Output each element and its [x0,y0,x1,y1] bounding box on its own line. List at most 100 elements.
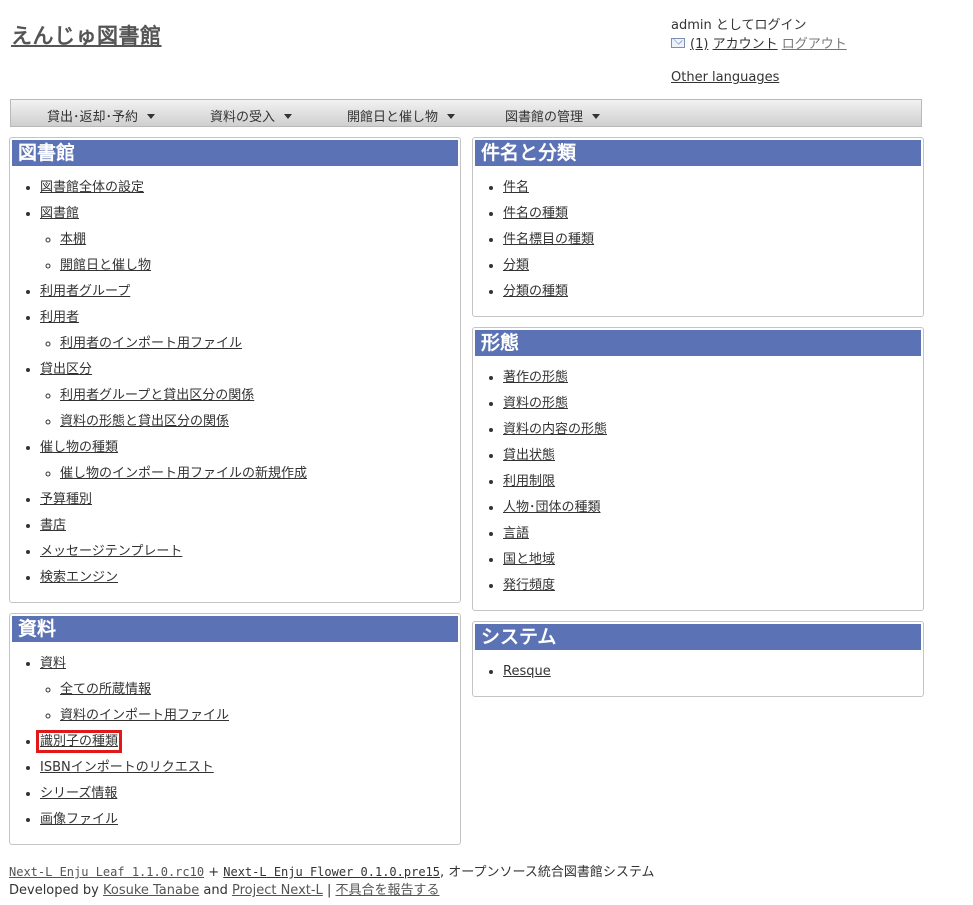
carrier-types-link[interactable]: 資料の形態 [503,396,568,411]
libraries-link[interactable]: 図書館 [40,206,79,221]
checkout-types-link[interactable]: 貸出区分 [40,362,92,377]
search-engines-link[interactable]: 検索エンジン [40,570,118,585]
list-item: 利用者グループ [40,279,460,305]
list-item: 分類の種類 [503,279,923,305]
nav-label: 図書館の管理 [505,110,584,125]
list-item: 図書館全体の設定 [40,175,460,201]
materials-panel: 資料 資料 全ての所蔵情報 資料のインポート用ファイル 識別子の種類 ISBNイ… [9,613,461,845]
library-settings-link[interactable]: 図書館全体の設定 [40,180,144,195]
caret-down-icon [284,114,293,119]
resque-link[interactable]: Resque [503,664,551,679]
nav-circulation[interactable]: 貸出･返却･予約 [47,106,156,125]
user-box: admin としてログイン (1) アカウント ログアウト Other lang… [671,16,847,87]
isbn-import-requests-link[interactable]: ISBNインポートのリクエスト [40,760,214,775]
event-categories-link[interactable]: 催し物の種類 [40,440,118,455]
list-item: 貸出状態 [503,443,923,469]
library-menu: 図書館全体の設定 図書館 本棚 開館日と催し物 利用者グループ 利用者 利用者の… [10,175,460,591]
classifications-link[interactable]: 分類 [503,258,529,273]
content-types-link[interactable]: 著作の形態 [503,370,568,385]
series-statements-link[interactable]: シリーズ情報 [40,786,117,801]
events-link[interactable]: 開館日と催し物 [60,258,151,273]
project-link[interactable]: Project Next-L [232,883,323,898]
circulation-statuses-link[interactable]: 貸出状態 [503,448,555,463]
caret-down-icon [147,114,156,119]
mail-icon[interactable] [671,38,685,48]
list-item: 予算種別 [40,487,460,513]
list-item: 利用者のインポート用ファイル [60,331,460,357]
materials-menu: 資料 全ての所蔵情報 資料のインポート用ファイル 識別子の種類 ISBNインポー… [10,651,460,833]
panel-title: 資料 [12,616,458,642]
panel-title: 図書館 [12,140,458,166]
list-item: メッセージテンプレート [40,539,460,565]
user-groups-link[interactable]: 利用者グループ [40,284,130,299]
caret-down-icon [447,114,456,119]
footer-text: Developed by [9,883,103,898]
subject-types-link[interactable]: 件名の種類 [503,206,568,221]
classification-types-link[interactable]: 分類の種類 [503,284,568,299]
subject-heading-types-link[interactable]: 件名標目の種類 [503,232,594,247]
list-item: 資料 全ての所蔵情報 資料のインポート用ファイル [40,651,460,729]
other-languages-link[interactable]: Other languages [671,68,847,87]
panel-title: 形態 [475,330,921,356]
list-item: 資料のインポート用ファイル [60,703,460,729]
use-restrictions-link[interactable]: 利用制限 [503,474,555,489]
system-menu: Resque [473,659,923,685]
list-item: 件名 [503,175,923,201]
content-form-link[interactable]: 資料の内容の形態 [503,422,607,437]
list-item: 催し物のインポート用ファイルの新規作成 [60,461,460,487]
subjects-menu: 件名 件名の種類 件名標目の種類 分類 分類の種類 [473,175,923,305]
budget-types-link[interactable]: 予算種別 [40,492,92,507]
list-item: 件名標目の種類 [503,227,923,253]
list-item: 分類 [503,253,923,279]
list-item: 資料の内容の形態 [503,417,923,443]
countries-link[interactable]: 国と地域 [503,552,555,567]
forms-menu: 著作の形態 資料の形態 資料の内容の形態 貸出状態 利用制限 人物･団体の種類 … [473,365,923,599]
login-status: admin としてログイン [671,18,807,33]
list-item: 催し物の種類 催し物のインポート用ファイルの新規作成 [40,435,460,487]
system-panel: システム Resque [472,621,924,697]
enju-leaf-link[interactable]: Next-L Enju Leaf 1.1.0.rc10 [9,865,204,879]
message-templates-link[interactable]: メッセージテンプレート [40,544,182,559]
message-count-link[interactable]: (1) [690,37,708,52]
manifestations-link[interactable]: 資料 [40,656,66,671]
subjects-panel: 件名と分類 件名 件名の種類 件名標目の種類 分類 分類の種類 [472,137,924,317]
list-item: 画像ファイル [40,807,460,833]
frequencies-link[interactable]: 発行頻度 [503,578,555,593]
subjects-link[interactable]: 件名 [503,180,529,195]
shelves-link[interactable]: 本棚 [60,232,86,247]
list-item: 資料の形態 [503,391,923,417]
footer: Next-L Enju Leaf 1.1.0.rc10 + Next-L Enj… [9,863,654,900]
user-import-files-link[interactable]: 利用者のインポート用ファイル [60,336,242,351]
nav-events[interactable]: 開館日と催し物 [347,106,456,125]
languages-link[interactable]: 言語 [503,526,529,541]
nav-acquisition[interactable]: 資料の受入 [210,106,293,125]
report-bug-link[interactable]: 不具合を報告する [335,883,439,898]
main-nav: 貸出･返却･予約 資料の受入 開館日と催し物 図書館の管理 [10,99,922,127]
list-item: 本棚 [60,227,460,253]
nav-library-admin[interactable]: 図書館の管理 [505,106,601,125]
identifier-types-link[interactable]: 識別子の種類 [35,730,123,753]
logout-link[interactable]: ログアウト [782,37,847,52]
list-item: 件名の種類 [503,201,923,227]
resource-import-files-link[interactable]: 資料のインポート用ファイル [60,708,229,723]
bookstores-link[interactable]: 書店 [40,518,66,533]
footer-text: , オープンソース統合図書館システム [440,865,655,880]
nav-label: 開館日と催し物 [347,110,439,125]
enju-flower-link[interactable]: Next-L Enju Flower 0.1.0.pre15 [223,865,440,879]
list-item: 書店 [40,513,460,539]
list-item: シリーズ情報 [40,781,460,807]
carrier-type-checkout-types-link[interactable]: 資料の形態と貸出区分の関係 [60,414,229,429]
list-item: 国と地域 [503,547,923,573]
all-items-link[interactable]: 全ての所蔵情報 [60,682,151,697]
site-title[interactable]: えんじゅ図書館 [11,20,162,50]
list-item: 著作の形態 [503,365,923,391]
event-import-file-new-link[interactable]: 催し物のインポート用ファイルの新規作成 [60,466,307,481]
users-link[interactable]: 利用者 [40,310,79,325]
user-group-checkout-types-link[interactable]: 利用者グループと貸出区分の関係 [60,388,254,403]
caret-down-icon [592,114,601,119]
picture-files-link[interactable]: 画像ファイル [40,812,118,827]
author-link[interactable]: Kosuke Tanabe [103,883,199,898]
agent-types-link[interactable]: 人物･団体の種類 [503,500,601,515]
account-link[interactable]: アカウント [713,37,778,52]
library-panel: 図書館 図書館全体の設定 図書館 本棚 開館日と催し物 利用者グループ 利用者 … [9,137,461,603]
